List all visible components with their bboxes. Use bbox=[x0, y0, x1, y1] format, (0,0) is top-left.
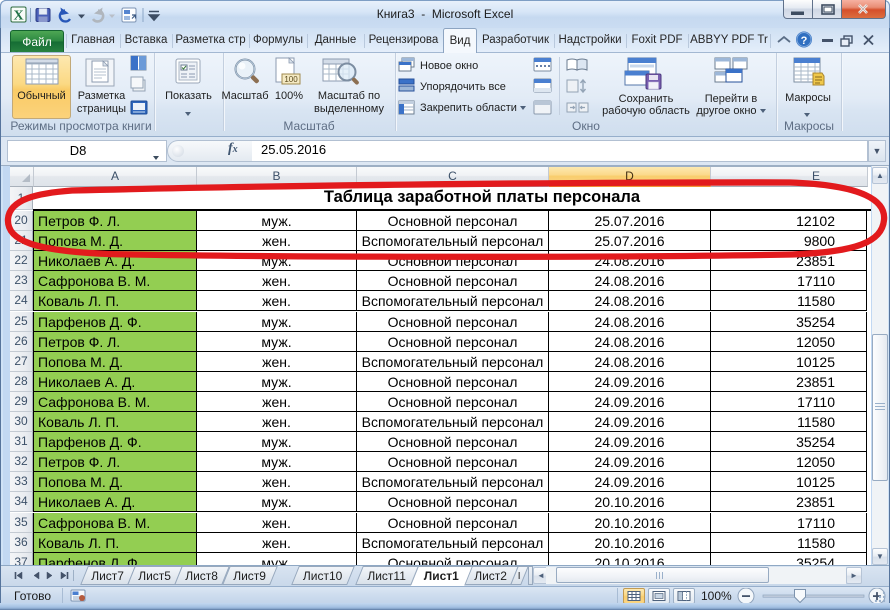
svg-text:100: 100 bbox=[284, 75, 298, 84]
svg-text:?: ? bbox=[801, 35, 808, 47]
svg-text:X: X bbox=[13, 9, 23, 24]
